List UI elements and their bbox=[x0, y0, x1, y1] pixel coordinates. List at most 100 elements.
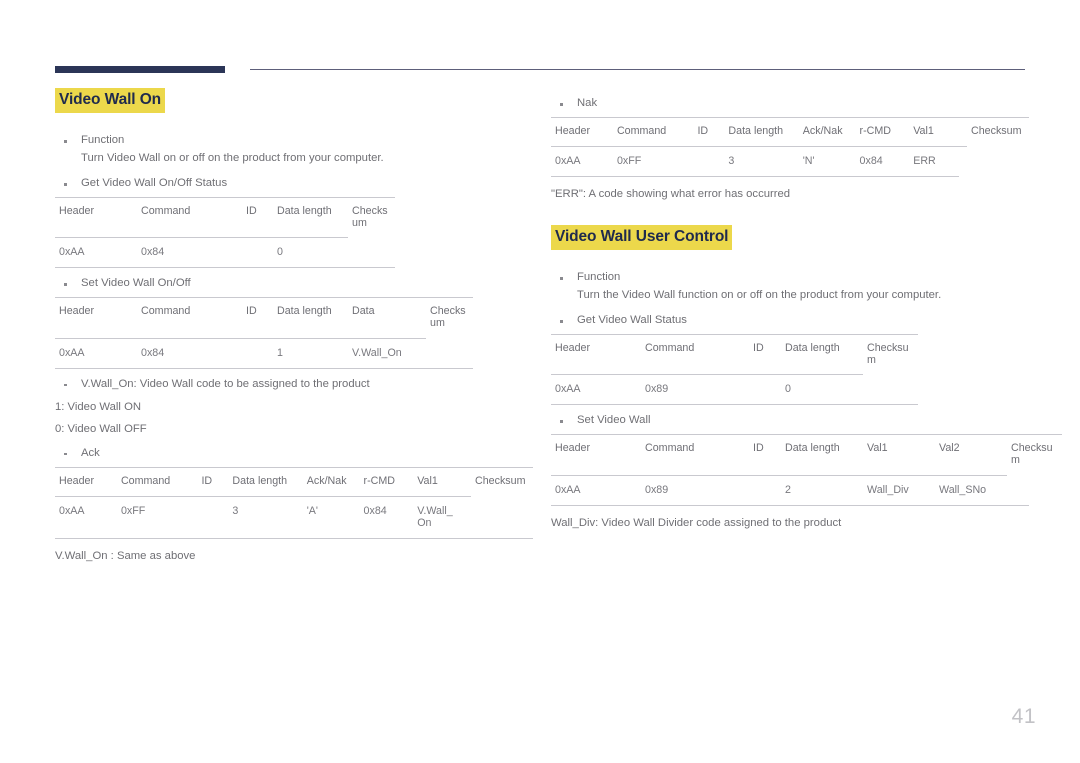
cell-r-cmd: 0x84 bbox=[855, 145, 910, 176]
set-label: Set Video Wall bbox=[577, 414, 651, 427]
cell-command: 0x89 bbox=[641, 374, 749, 405]
header-accent-bar bbox=[55, 66, 225, 73]
page-header-rule bbox=[55, 64, 1025, 76]
table-header-row: Header Command ID Data length Ack/Nak r-… bbox=[551, 117, 1029, 146]
section-heading-video-wall-user-control: Video Wall User Control bbox=[551, 224, 733, 251]
nak-label: Nak bbox=[577, 97, 598, 109]
cell-header: 0xAA bbox=[55, 337, 137, 368]
bullet-nak: Nak bbox=[551, 95, 1029, 113]
col-header-command: Command bbox=[141, 204, 191, 217]
note-wall-div-description: Wall_Div: Video Wall Divider code assign… bbox=[551, 516, 842, 529]
table-row: 0xAA 0xFF 3 'N' 0x84 ERR bbox=[551, 145, 1029, 176]
table-ack: Header Command ID Data length Ack/Nak r-… bbox=[55, 467, 533, 538]
col-header-id: ID bbox=[697, 124, 709, 137]
table-header-row: Header Command ID Data length Data Check… bbox=[55, 297, 473, 339]
col-header-id: ID bbox=[201, 474, 213, 487]
cell-header: 0xAA bbox=[55, 495, 117, 538]
cell-checksum bbox=[348, 238, 395, 268]
cell-val1: Wall_Div bbox=[863, 474, 935, 505]
col-header-data-length: Data length bbox=[785, 341, 840, 354]
bullet-function: Function Turn the Video Wall function on… bbox=[551, 269, 1029, 305]
col-header-data-length: Data length bbox=[277, 204, 332, 217]
cell-id bbox=[242, 237, 273, 268]
note-video-wall-on-value: 1: Video Wall ON bbox=[55, 400, 142, 413]
col-header-id: ID bbox=[246, 204, 257, 217]
cell-checksum bbox=[863, 375, 918, 405]
cell-command: 0x84 bbox=[137, 237, 242, 268]
col-header-val1: Val1 bbox=[913, 124, 934, 137]
table-get-video-wall-onoff-status: Header Command ID Data length Checksum 0… bbox=[55, 197, 395, 268]
cell-command: 0x89 bbox=[641, 474, 749, 505]
note-err-description: "ERR": A code showing what error has occ… bbox=[551, 187, 791, 200]
col-header-checksum: Checksum bbox=[475, 474, 526, 487]
bullet-ack: Ack bbox=[55, 445, 533, 463]
bullet-vwall-on-note: V.Wall_On: Video Wall code to be assigne… bbox=[55, 376, 533, 394]
table-get-video-wall-status: Header Command ID Data length Checksum 0… bbox=[551, 334, 918, 405]
table-header-row: Header Command ID Data length Checksum bbox=[55, 197, 395, 238]
table-row: 0xAA 0x84 1 V.Wall_On bbox=[55, 337, 473, 368]
cell-ack-nak: 'N' bbox=[798, 145, 856, 176]
cell-command: 0xFF bbox=[612, 145, 694, 176]
cell-data-length: 2 bbox=[781, 474, 863, 505]
header-thin-rule bbox=[250, 69, 1025, 70]
table-row: 0xAA 0x89 0 bbox=[551, 374, 918, 405]
function-label: Function bbox=[577, 271, 621, 284]
bullet-get-video-wall-status: Get Video Wall Status bbox=[551, 312, 1029, 330]
col-header-checksum: Checksum bbox=[867, 341, 909, 366]
cell-header: 0xAA bbox=[55, 237, 137, 268]
vwall-note-text: V.Wall_On: Video Wall code to be assigne… bbox=[81, 377, 370, 390]
col-header-val1: Val1 bbox=[417, 474, 438, 487]
table-closing-rule bbox=[551, 404, 918, 406]
col-header-id: ID bbox=[753, 341, 764, 354]
col-header-header: Header bbox=[555, 124, 591, 137]
function-label: Function bbox=[81, 134, 125, 147]
cell-id bbox=[749, 374, 781, 405]
cell-ack-nak: 'A' bbox=[302, 495, 360, 538]
page-number: 41 bbox=[1011, 705, 1036, 728]
cell-id bbox=[242, 337, 273, 368]
col-header-header: Header bbox=[59, 204, 95, 217]
cell-command: 0xFF bbox=[116, 495, 198, 538]
col-header-checksum: Checksum bbox=[971, 124, 1022, 137]
bullet-get-video-wall-status: Get Video Wall On/Off Status bbox=[55, 175, 533, 193]
col-header-checksum: Checksum bbox=[430, 305, 466, 330]
right-column: Nak Header Command ID Data length Ack/Na… bbox=[551, 88, 1062, 536]
function-text: Turn Video Wall on or off on the product… bbox=[81, 152, 384, 165]
col-header-data-length: Data length bbox=[232, 474, 288, 487]
col-header-ack-nak: Ack/Nak bbox=[306, 474, 347, 487]
table-closing-rule bbox=[55, 537, 533, 539]
table-closing-rule bbox=[55, 267, 395, 269]
cell-r-cmd: 0x84 bbox=[359, 495, 414, 538]
cell-header: 0xAA bbox=[551, 374, 641, 405]
table-header-row: Header Command ID Data length Val1 Val2 … bbox=[551, 434, 1062, 476]
col-header-checksum: Checksum bbox=[1011, 442, 1053, 467]
table-closing-rule bbox=[55, 367, 473, 369]
cell-val2: Wall_SNo bbox=[935, 474, 1007, 505]
col-header-header: Header bbox=[59, 474, 95, 487]
col-header-command: Command bbox=[645, 341, 695, 354]
table-set-video-wall-onoff: Header Command ID Data length Data Check… bbox=[55, 297, 473, 368]
col-header-checksum: Checksum bbox=[352, 204, 388, 229]
col-header-command: Command bbox=[645, 442, 695, 455]
bullet-set-video-wall: Set Video Wall bbox=[551, 412, 1029, 430]
table-row: 0xAA 0x89 2 Wall_Div Wall_SNo bbox=[551, 474, 1062, 505]
ack-label: Ack bbox=[81, 446, 100, 459]
col-header-command: Command bbox=[616, 124, 667, 137]
cell-header: 0xAA bbox=[551, 474, 641, 505]
note-same-as-above: V.Wall_On : Same as above bbox=[55, 549, 196, 562]
cell-data-length: 1 bbox=[273, 337, 348, 368]
col-header-id: ID bbox=[246, 305, 257, 318]
left-column: Video Wall On Function Turn Video Wall o… bbox=[55, 88, 533, 569]
cell-data-length: 0 bbox=[781, 374, 863, 405]
get-status-label: Get Video Wall Status bbox=[577, 314, 687, 327]
cell-command: 0x84 bbox=[137, 337, 242, 368]
set-label: Set Video Wall On/Off bbox=[81, 277, 191, 290]
bullet-set-video-wall-onoff: Set Video Wall On/Off bbox=[55, 275, 533, 293]
cell-data: V.Wall_On bbox=[348, 337, 426, 368]
col-header-r-cmd: r-CMD bbox=[363, 474, 395, 487]
cell-id bbox=[197, 495, 229, 538]
cell-checksum bbox=[426, 338, 473, 368]
right-heading-wrap: Video Wall User Control bbox=[551, 224, 1029, 259]
cell-checksum bbox=[967, 146, 1029, 176]
cell-checksum bbox=[471, 496, 533, 538]
